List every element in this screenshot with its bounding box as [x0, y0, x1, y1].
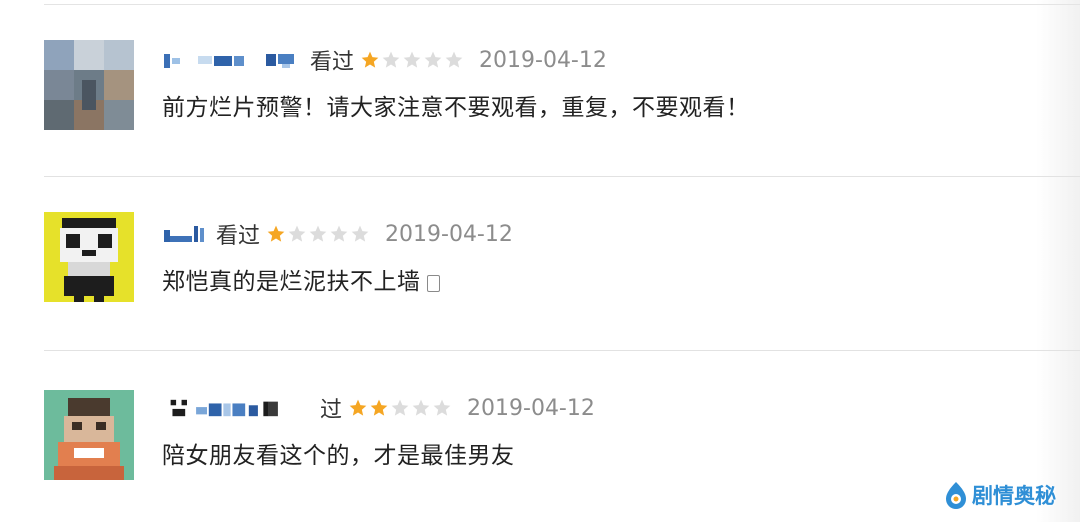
star-empty-icon	[403, 51, 421, 68]
comment-item: 过 2019-04-12 陪女朋友看这个的，才是最佳男友	[44, 388, 1080, 508]
comment-meta: 看过 2019-04-12	[162, 214, 513, 254]
top-divider	[44, 4, 1080, 5]
watermark: 剧情奥秘	[944, 480, 1056, 510]
star-icon	[361, 51, 379, 68]
comment-text-content: 郑恺真的是烂泥扶不上墙	[162, 269, 421, 295]
rating-stars	[348, 398, 453, 418]
star-empty-icon	[412, 399, 430, 416]
star-empty-icon	[330, 225, 348, 242]
rating-stars	[360, 50, 465, 70]
comment-divider	[44, 176, 1080, 177]
comment-text: 陪女朋友看这个的，才是最佳男友	[162, 443, 515, 469]
avatar[interactable]	[44, 212, 134, 302]
star-icon	[370, 399, 388, 416]
avatar[interactable]	[44, 40, 134, 130]
comment-divider	[44, 350, 1080, 351]
star-empty-icon	[351, 225, 369, 242]
rating-stars	[266, 224, 371, 244]
comment-item: 看过 2019-04-12 前方烂片预警！请大家注意不要观看，重复，不要观看！	[44, 40, 1080, 160]
star-empty-icon	[309, 225, 327, 242]
star-empty-icon	[445, 51, 463, 68]
phone-emoji-icon	[426, 275, 440, 292]
star-icon	[267, 225, 285, 242]
comment-item: 看过 2019-04-12 郑恺真的是烂泥扶不上墙	[44, 212, 1080, 334]
star-empty-icon	[391, 399, 409, 416]
star-empty-icon	[382, 51, 400, 68]
comment-text: 郑恺真的是烂泥扶不上墙	[162, 262, 440, 296]
comment-meta: 看过 2019-04-12	[162, 40, 607, 80]
comment-date: 2019-04-12	[479, 47, 607, 73]
comment-date: 2019-04-12	[385, 221, 513, 247]
username-pixelated[interactable]	[162, 398, 312, 418]
comment-text: 前方烂片预警！请大家注意不要观看，重复，不要观看！	[162, 95, 750, 121]
star-empty-icon	[433, 399, 451, 416]
username-pixelated[interactable]	[162, 224, 208, 244]
watched-label: 过	[320, 398, 343, 423]
star-empty-icon	[424, 51, 442, 68]
comment-date: 2019-04-12	[467, 395, 595, 421]
comment-meta: 过 2019-04-12	[162, 388, 595, 428]
watched-label: 看过	[310, 50, 355, 75]
username-pixelated[interactable]	[162, 50, 302, 70]
star-icon	[349, 399, 367, 416]
watermark-logo-icon	[946, 482, 966, 509]
star-empty-icon	[288, 225, 306, 242]
avatar[interactable]	[44, 390, 134, 480]
watched-label: 看过	[216, 224, 261, 249]
watermark-text: 剧情奥秘	[972, 484, 1056, 508]
